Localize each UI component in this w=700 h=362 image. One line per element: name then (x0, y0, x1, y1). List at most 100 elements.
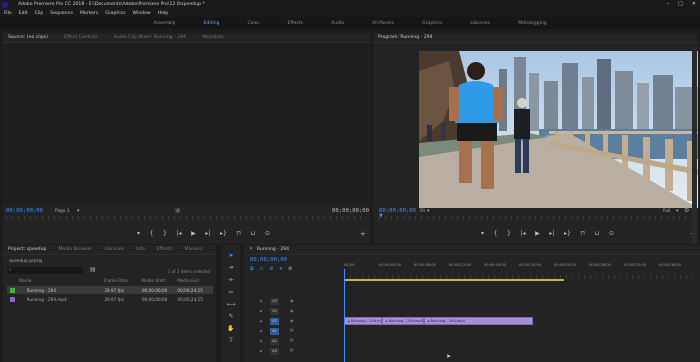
workspace-all-panels[interactable]: All Panels (372, 21, 394, 26)
column-frame-rate[interactable]: Frame Rate (104, 278, 142, 285)
play-icon[interactable]: ▶ (191, 230, 196, 237)
menu-file[interactable]: File (4, 11, 12, 16)
menu-graphics[interactable]: Graphics (105, 11, 125, 16)
overwrite-icon[interactable]: ⊔ (251, 230, 256, 237)
timeline-ruler[interactable]: 00;00 00;00;04;00 00;00;08;00 00;00;12;00 00… (344, 255, 694, 281)
go-to-out-icon[interactable]: ▸} (220, 230, 227, 237)
wrench-icon[interactable]: ⚙ (684, 207, 689, 214)
track-header-a3[interactable]: A3 🔒︎ M (244, 347, 344, 356)
wrench-icon[interactable]: ⚙ (288, 266, 292, 272)
add-marker-icon[interactable]: ▾ (279, 266, 282, 272)
snap-icon[interactable]: ∩ (260, 266, 264, 272)
source-timecode[interactable]: 00;00;00;00 (6, 208, 43, 214)
slip-tool-icon[interactable]: ⟷ (227, 301, 236, 308)
lock-icon[interactable]: 🔒︎ (260, 308, 262, 313)
linked-selection-icon[interactable]: ⊚ (269, 266, 273, 272)
menu-help[interactable]: Help (158, 11, 168, 16)
go-to-out-icon[interactable]: ▸} (564, 230, 571, 237)
track-select-tool-icon[interactable]: ⇥ (228, 264, 233, 271)
nest-icon[interactable]: ⧉ (250, 266, 254, 272)
step-back-icon[interactable]: |◂ (520, 230, 525, 237)
workspace-color[interactable]: Color (247, 21, 259, 26)
maximize-button[interactable]: □ (678, 1, 683, 7)
add-marker-icon[interactable]: ▾ (481, 230, 484, 237)
timeline-timecode[interactable]: 00;00;00;00 (250, 257, 287, 263)
add-button-icon[interactable]: + (360, 230, 366, 238)
tab-project[interactable]: Project: speedup (8, 247, 46, 252)
chevron-down-icon[interactable]: ▾ (676, 208, 679, 214)
eye-icon[interactable]: ◉ (290, 308, 294, 313)
track-header-v3[interactable]: V3 🔒︎ ◉ (244, 297, 344, 306)
program-video-frame[interactable] (419, 51, 698, 208)
export-frame-icon[interactable]: ⊙ (265, 230, 270, 237)
close-icon[interactable]: ✕ (249, 247, 253, 252)
menu-markers[interactable]: Markers (80, 11, 98, 16)
program-resolution-select[interactable]: Full (663, 209, 671, 214)
timeline-clip[interactable]: ▴ Running - 294.mp4 (381, 317, 424, 325)
project-search-input[interactable]: ⌕ (7, 267, 83, 274)
ripple-edit-tool-icon[interactable]: ⟛ (228, 276, 233, 284)
hand-tool-icon[interactable]: ✋ (227, 325, 234, 332)
mute-icon[interactable]: M (290, 348, 293, 353)
menu-clip[interactable]: Clip (35, 11, 44, 16)
type-tool-icon[interactable]: T (229, 337, 233, 344)
step-forward-icon[interactable]: ▸| (549, 230, 554, 237)
razor-tool-icon[interactable]: ✂ (228, 289, 233, 296)
vertical-scrollbar[interactable] (692, 48, 697, 244)
source-page-select[interactable]: Page 1 (55, 209, 70, 214)
workspace-libraries[interactable]: Libraries (470, 21, 490, 26)
mark-out-icon[interactable]: { (150, 230, 154, 237)
tab-libraries[interactable]: Libraries (104, 247, 124, 252)
tab-info[interactable]: Info (136, 247, 145, 252)
track-header-v2[interactable]: V2 🔒︎ ◉ (244, 307, 344, 316)
workspace-effects[interactable]: Effects (287, 21, 303, 26)
menu-sequence[interactable]: Sequence (50, 11, 73, 16)
workspace-assembly[interactable]: Assembly (153, 21, 175, 26)
insert-icon[interactable]: ⊓ (236, 230, 241, 237)
playhead-line[interactable] (344, 269, 345, 362)
step-back-icon[interactable]: |◂ (176, 230, 181, 237)
new-bin-icon[interactable]: ▤ (90, 266, 96, 273)
timeline-tracks[interactable]: ▴ Running - 294.mp4 ▴ Running - 294.mp4 ▴ … (344, 297, 694, 357)
column-media-end[interactable]: Media End (177, 278, 213, 285)
program-time-ruler[interactable] (379, 216, 691, 220)
program-timecode[interactable]: 00;00;00;00 (379, 208, 416, 214)
mark-out-icon[interactable]: } (507, 230, 511, 237)
tab-source[interactable]: Source: (no clips) (8, 35, 48, 40)
tab-audio-clip-mixer[interactable]: Audio Clip Mixer: Running - 294 (114, 35, 186, 40)
export-frame-icon[interactable]: ⊙ (609, 230, 614, 237)
selection-tool-icon[interactable]: ➤ (228, 252, 233, 259)
workspace-editing[interactable]: Editing (203, 21, 219, 26)
mark-in-icon[interactable]: ▾ (137, 230, 140, 237)
workspace-audio[interactable]: Audio (331, 21, 344, 26)
tab-program[interactable]: Program: Running - 294 (378, 35, 433, 40)
source-viewer[interactable] (3, 43, 370, 205)
track-header-v1[interactable]: V1 🔒︎ ◉ (244, 317, 344, 326)
tab-media-browser[interactable]: Media Browser (58, 247, 92, 252)
lock-icon[interactable]: 🔒︎ (260, 318, 262, 323)
source-settings-icon[interactable]: ▣ (175, 207, 181, 214)
track-header-a2[interactable]: A2 🔒︎ M (244, 337, 344, 346)
tab-sequence[interactable]: Running - 294 (257, 247, 289, 252)
track-header-a1[interactable]: A1 🔒︎ M (244, 327, 344, 336)
pen-tool-icon[interactable]: ✎ (228, 313, 233, 320)
tab-effects[interactable]: Effects (157, 247, 173, 252)
timeline-clip[interactable]: ▴ Running - 294.mp4 (423, 317, 533, 325)
minimize-button[interactable]: – (667, 1, 670, 7)
column-name[interactable]: Name (7, 278, 104, 285)
lock-icon[interactable]: 🔒︎ (260, 298, 262, 303)
tab-effect-controls[interactable]: Effect Controls (64, 35, 98, 40)
chevron-down-icon[interactable]: ▾ (427, 208, 430, 214)
tab-metadata[interactable]: Metadata (202, 35, 224, 40)
workspace-graphics[interactable]: Graphics (422, 21, 442, 26)
chevron-down-icon[interactable]: ▾ (77, 208, 80, 214)
work-area-bar[interactable] (344, 279, 564, 281)
step-forward-icon[interactable]: ▸| (205, 230, 210, 237)
list-item[interactable]: Running - 294.mp4 29.97 fps 00;00;00;00 … (7, 295, 213, 303)
list-item[interactable]: Running - 294 29.97 fps 00;00;00;00 00;0… (7, 286, 213, 294)
lift-icon[interactable]: ⊓ (580, 230, 585, 237)
mute-icon[interactable]: M (290, 328, 293, 333)
play-icon[interactable]: ▶ (535, 230, 540, 237)
eye-icon[interactable]: ◉ (290, 298, 294, 303)
eye-icon[interactable]: ◉ (290, 318, 294, 323)
